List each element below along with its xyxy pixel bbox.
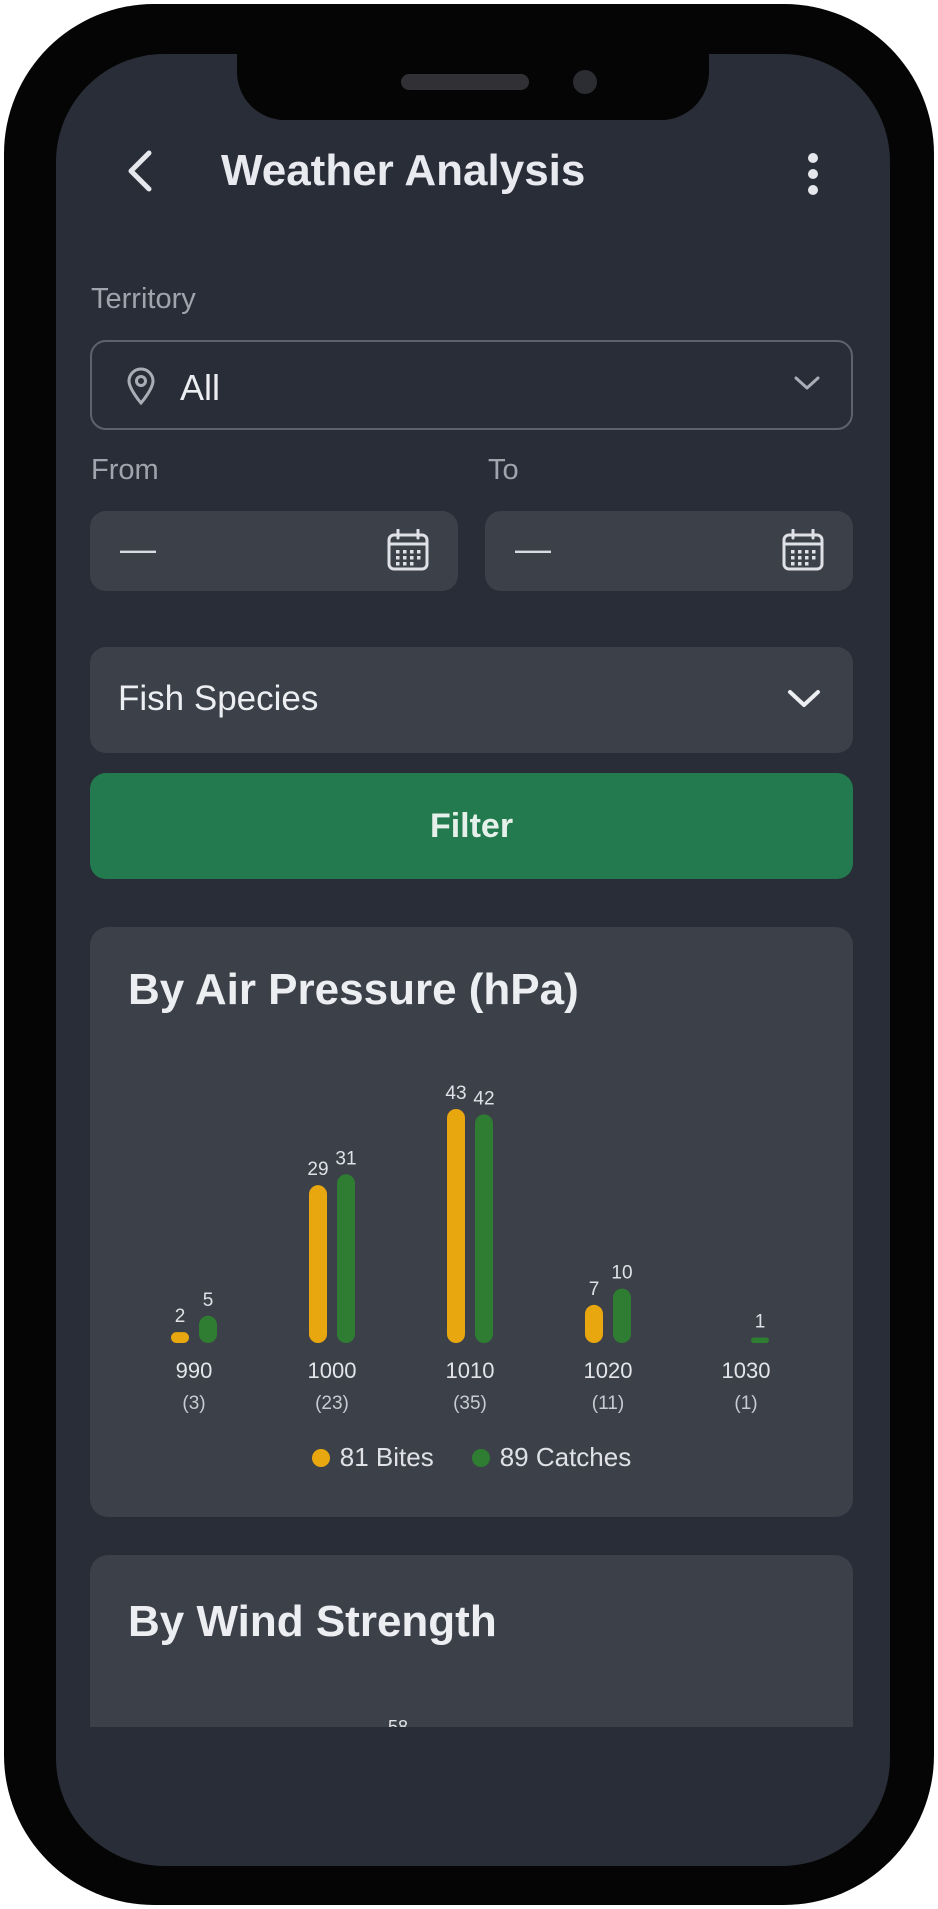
x-count-label-1020: (11) bbox=[592, 1393, 624, 1414]
bar-catches-1000 bbox=[337, 1174, 355, 1343]
device-notch bbox=[237, 54, 709, 120]
wind-chart-partial-label: 58 bbox=[388, 1717, 409, 1727]
data-label-bites-1000: 29 bbox=[307, 1159, 328, 1180]
location-pin-icon bbox=[127, 367, 155, 406]
bar-bites-1020 bbox=[585, 1304, 603, 1343]
bites-dot-icon bbox=[311, 1448, 330, 1467]
data-label-catches-990: 5 bbox=[203, 1290, 214, 1311]
data-label-bites-990: 2 bbox=[175, 1306, 186, 1327]
x-tick-label-1010: 1010 bbox=[446, 1358, 495, 1383]
air-pressure-bar-chart: 25 990 (3) 29 31 1000 (23) 43 42 1010 (35) 7 10 1020 (… bbox=[171, 1083, 771, 1414]
x-count-label-1000: (23) bbox=[315, 1393, 349, 1414]
legend-bites-label: 81 Bites bbox=[339, 1442, 434, 1472]
front-camera bbox=[573, 70, 597, 94]
legend-catches-label: 89 Catches bbox=[499, 1442, 632, 1472]
catches-dot-icon bbox=[471, 1448, 490, 1467]
bar-bites-1010 bbox=[447, 1109, 465, 1343]
x-tick-label-1030: 1030 bbox=[722, 1358, 771, 1383]
more-options-button[interactable] bbox=[791, 149, 835, 199]
calendar-icon bbox=[782, 529, 824, 571]
bar-bites-1000 bbox=[309, 1185, 327, 1343]
back-button[interactable] bbox=[116, 142, 164, 200]
bar-catches-1020 bbox=[613, 1288, 631, 1343]
data-label-catches-1000: 31 bbox=[335, 1148, 356, 1169]
from-date-field[interactable]: — bbox=[90, 511, 458, 591]
wind-strength-card: By Wind Strength 58 bbox=[90, 1555, 853, 1727]
territory-select[interactable]: All bbox=[90, 340, 853, 430]
data-label-catches-1030: 1 bbox=[755, 1312, 766, 1333]
data-label-bites-1020: 7 bbox=[589, 1279, 600, 1300]
territory-label: Territory bbox=[91, 283, 196, 315]
x-tick-label-1020: 1020 bbox=[584, 1358, 633, 1383]
data-label-bites-1010: 43 bbox=[445, 1083, 466, 1104]
legend-item-bites[interactable]: 81 Bites bbox=[311, 1442, 434, 1473]
calendar-icon bbox=[387, 529, 429, 571]
bar-catches-1030 bbox=[751, 1337, 769, 1343]
bar-catches-990 bbox=[199, 1315, 217, 1343]
x-count-label-990: (3) bbox=[182, 1393, 205, 1414]
bar-catches-1010 bbox=[475, 1114, 493, 1343]
to-date-field[interactable]: — bbox=[485, 511, 853, 591]
chart-legend: 81 Bites 89 Catches bbox=[90, 1442, 853, 1473]
speaker-grille bbox=[401, 74, 529, 90]
from-label: From bbox=[91, 454, 159, 486]
filter-button[interactable]: Filter bbox=[90, 773, 853, 879]
chevron-down-icon bbox=[788, 690, 820, 707]
app-screen: Weather Analysis Territory All From To — bbox=[56, 54, 890, 1866]
territory-value: All bbox=[180, 367, 221, 408]
bar-bites-990 bbox=[171, 1332, 189, 1343]
legend-item-catches[interactable]: 89 Catches bbox=[471, 1442, 632, 1473]
fish-species-select[interactable]: Fish Species bbox=[90, 647, 853, 753]
more-vertical-icon bbox=[808, 153, 818, 195]
to-label: To bbox=[488, 454, 519, 486]
x-count-label-1030: (1) bbox=[734, 1393, 757, 1414]
page-title: Weather Analysis bbox=[221, 146, 586, 195]
x-tick-label-1000: 1000 bbox=[308, 1358, 357, 1383]
phone-frame: Weather Analysis Territory All From To — bbox=[4, 4, 934, 1905]
air-pressure-card: By Air Pressure (hPa) 2 5 990 (3) 29 31 1000 (2… bbox=[90, 927, 853, 1517]
from-date-value: — bbox=[120, 528, 156, 569]
wind-strength-title: By Wind Strength bbox=[128, 1597, 497, 1646]
fish-species-placeholder: Fish Species bbox=[118, 679, 319, 718]
chevron-down-icon bbox=[794, 376, 820, 390]
x-tick-label-990: 990 bbox=[176, 1358, 213, 1383]
x-count-label-1010: (35) bbox=[453, 1393, 487, 1414]
data-label-catches-1010: 42 bbox=[473, 1088, 494, 1109]
back-arrow-icon bbox=[128, 150, 152, 192]
data-label-catches-1020: 10 bbox=[611, 1263, 632, 1284]
to-date-value: — bbox=[515, 528, 551, 569]
